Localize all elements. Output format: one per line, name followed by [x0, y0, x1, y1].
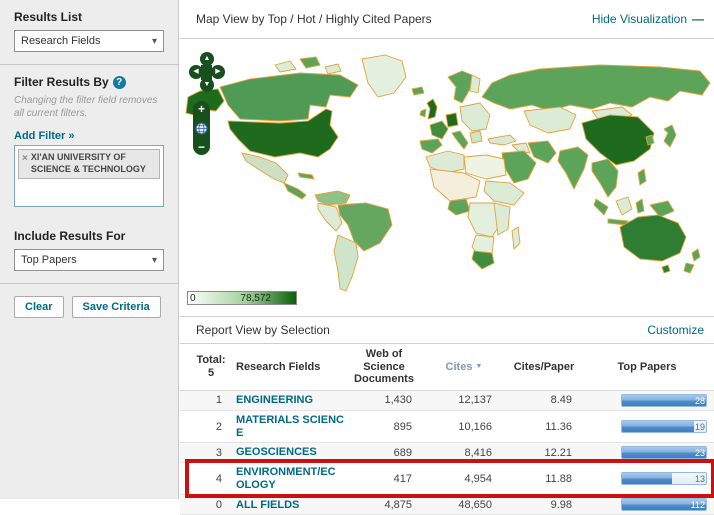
add-filter-link[interactable]: Add Filter » — [14, 130, 75, 142]
map-area: ▲ ◀ ▶ ▼ + − 0 78,572 — [180, 39, 714, 317]
hide-visualization-link[interactable]: Hide Visualization— — [592, 12, 704, 26]
research-field-link[interactable]: GEOSCIENCES — [236, 446, 317, 459]
top-papers-bar-fill — [622, 395, 706, 406]
row-rank: 3 — [194, 447, 228, 459]
table-row: 2 MATERIALS SCIENCE 895 10,166 11.36 19 — [180, 411, 714, 443]
chevron-down-icon: ▾ — [152, 255, 157, 266]
filter-box[interactable]: × XI'AN UNIVERSITY OF SCIENCE & TECHNOLO… — [14, 145, 164, 207]
row-cites: 10,166 — [424, 421, 504, 433]
row-cites-per-paper: 11.36 — [504, 421, 584, 433]
include-results-select[interactable]: Top Papers ▾ — [14, 249, 164, 271]
report-table-body: 1 ENGINEERING 1,430 12,137 8.49 28 2 MAT… — [180, 391, 714, 515]
include-results-value: Top Papers — [21, 254, 77, 266]
research-field-link[interactable]: ENGINEERING — [236, 394, 313, 407]
row-docs: 4,875 — [344, 499, 424, 511]
results-list-value: Research Fields — [21, 35, 100, 47]
row-cites-per-paper: 9.98 — [504, 499, 584, 511]
customize-link[interactable]: Customize — [647, 323, 704, 337]
row-cites-per-paper: 8.49 — [504, 394, 584, 406]
filter-results-label: Filter Results By? — [14, 75, 164, 89]
top-papers-bar: 28 — [621, 394, 707, 407]
pan-up-button[interactable]: ▲ — [200, 52, 214, 66]
legend-max-value: 78,572 — [240, 293, 271, 304]
research-field-link[interactable]: ENVIRONMENT/ECOLOGY — [236, 466, 344, 491]
help-icon[interactable]: ? — [113, 76, 126, 89]
save-criteria-button[interactable]: Save Criteria — [72, 296, 161, 318]
top-papers-value: 28 — [695, 395, 705, 407]
results-list-label: Results List — [14, 10, 164, 24]
map-legend: 0 78,572 — [187, 291, 297, 305]
top-papers-value: 13 — [695, 473, 705, 485]
total-count: Total: 5 — [194, 354, 228, 379]
row-cites: 4,954 — [424, 473, 504, 485]
minus-icon: — — [692, 12, 704, 26]
column-cites-sort[interactable]: Cites ▼ — [424, 361, 504, 374]
sidebar: Results List Research Fields ▾ Filter Re… — [0, 0, 179, 499]
column-top-papers: Top Papers — [584, 361, 710, 374]
legend-min-value: 0 — [190, 293, 196, 304]
globe-icon[interactable] — [195, 122, 208, 135]
top-papers-value: 112 — [691, 499, 705, 511]
clear-button[interactable]: Clear — [14, 296, 64, 318]
top-papers-bar-fill — [622, 473, 672, 484]
pan-down-button[interactable]: ▼ — [200, 78, 214, 92]
chevron-down-icon: ▾ — [152, 36, 157, 47]
top-papers-bar: 23 — [621, 446, 707, 459]
world-map[interactable] — [180, 45, 714, 295]
zoom-in-button[interactable]: + — [193, 103, 210, 115]
row-docs: 417 — [344, 473, 424, 485]
table-row: 3 GEOSCIENCES 689 8,416 12.21 23 — [180, 443, 714, 463]
filter-tag-label: XI'AN UNIVERSITY OF SCIENCE & TECHNOLOGY — [31, 152, 155, 175]
research-field-link[interactable]: ALL FIELDS — [236, 499, 299, 512]
row-rank: 0 — [194, 499, 228, 511]
remove-filter-icon[interactable]: × — [22, 152, 28, 175]
row-docs: 1,430 — [344, 394, 424, 406]
top-papers-bar: 19 — [621, 420, 707, 433]
pan-left-button[interactable]: ◀ — [189, 65, 203, 79]
map-pan-control[interactable]: ▲ ◀ ▶ ▼ — [189, 52, 225, 94]
row-cites-per-paper: 11.88 — [504, 473, 584, 485]
include-results-label: Include Results For — [14, 229, 164, 243]
filter-note: Changing the filter field removes all cu… — [14, 95, 164, 120]
row-cites: 48,650 — [424, 499, 504, 511]
results-list-select[interactable]: Research Fields ▾ — [14, 30, 164, 52]
table-row: 0 ALL FIELDS 4,875 48,650 9.98 112 — [180, 495, 714, 515]
row-rank: 2 — [194, 421, 228, 433]
top-papers-value: 23 — [695, 447, 705, 459]
filter-tag[interactable]: × XI'AN UNIVERSITY OF SCIENCE & TECHNOLO… — [18, 149, 160, 178]
row-cites: 8,416 — [424, 447, 504, 459]
column-cites-per-paper: Cites/Paper — [504, 361, 584, 374]
top-papers-bar: 13 — [621, 472, 707, 485]
row-docs: 689 — [344, 447, 424, 459]
report-view-title: Report View by Selection — [196, 323, 330, 337]
row-docs: 895 — [344, 421, 424, 433]
map-view-title: Map View by Top / Hot / Highly Cited Pap… — [196, 12, 432, 26]
table-row: 1 ENGINEERING 1,430 12,137 8.49 28 — [180, 391, 714, 411]
row-cites-per-paper: 12.21 — [504, 447, 584, 459]
top-papers-bar-fill — [622, 447, 706, 458]
top-papers-bar-fill — [622, 421, 694, 432]
top-papers-value: 19 — [695, 421, 705, 433]
table-row: 4 ENVIRONMENT/ECOLOGY 417 4,954 11.88 13 — [180, 463, 714, 495]
main-content: Map View by Top / Hot / Highly Cited Pap… — [180, 0, 714, 499]
row-cites: 12,137 — [424, 394, 504, 406]
top-papers-bar: 112 — [621, 498, 707, 511]
sort-arrow-icon: ▼ — [476, 363, 483, 370]
zoom-out-button[interactable]: − — [193, 141, 210, 153]
research-field-link[interactable]: MATERIALS SCIENCE — [236, 414, 344, 439]
row-rank: 4 — [194, 473, 228, 485]
report-table-header: Total: 5 Research Fields Web of Science … — [180, 344, 714, 391]
pan-right-button[interactable]: ▶ — [211, 65, 225, 79]
column-wos-documents: Web of Science Documents — [344, 348, 424, 386]
row-rank: 1 — [194, 394, 228, 406]
column-research-fields: Research Fields — [228, 361, 344, 374]
map-zoom-control: + − — [193, 101, 210, 155]
